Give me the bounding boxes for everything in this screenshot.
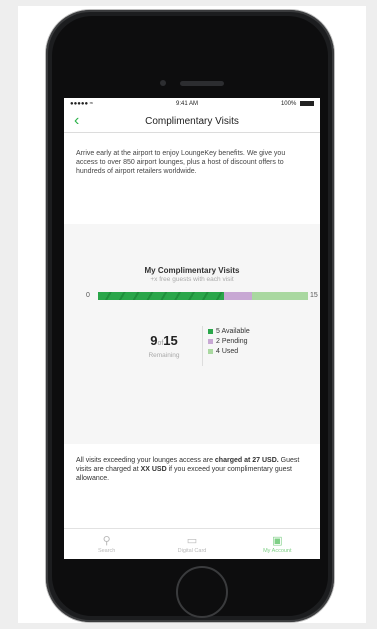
tab-my-account-label: My Account: [263, 548, 292, 554]
camera-icon: [160, 80, 166, 86]
charges-text-1: All visits exceeding your lounges access…: [76, 457, 215, 464]
charges-notice: All visits exceeding your lounges access…: [76, 456, 308, 483]
search-icon: ⚲: [102, 535, 111, 547]
tab-search[interactable]: ⚲ Search: [64, 529, 149, 559]
intro-text: Arrive early at the airport to enjoy Lou…: [76, 150, 286, 175]
page-title: Complimentary Visits: [145, 115, 239, 127]
battery-icon: [299, 100, 314, 106]
legend-divider: [202, 326, 203, 366]
visits-heading: My Complimentary Visits: [144, 266, 240, 275]
guest-charge-amount: XX USD: [140, 466, 167, 473]
speaker-grille: [180, 81, 224, 86]
progress-available-segment: [98, 292, 224, 300]
status-bar: ●●●●● ≈ 9:41 AM 100%: [64, 98, 320, 110]
back-chevron-icon[interactable]: ‹: [74, 113, 79, 129]
home-button[interactable]: [176, 566, 228, 618]
legend-pending: 2 Pending: [208, 338, 250, 345]
visits-legend: 5 Available 2 Pending 4 Used: [208, 328, 250, 358]
progress-used-segment: [252, 292, 308, 300]
legend-pending-label: 2 Pending: [216, 338, 248, 345]
tab-digital-card[interactable]: ▭ Digital Card: [149, 529, 234, 559]
tab-digital-card-label: Digital Card: [177, 548, 207, 554]
battery-indicator: 100%: [280, 100, 314, 108]
visits-progress-bar: [98, 292, 308, 300]
complimentary-visits-panel: My Complimentary Visits +x free guests w…: [64, 224, 320, 444]
legend-available: 5 Available: [208, 328, 250, 335]
legend-swatch-pending: [208, 339, 213, 344]
tab-bar: ⚲ Search ▭ Digital Card ▣ My Account: [64, 528, 320, 559]
phone-screen: ●●●●● ≈ 9:41 AM 100% ‹ Complimentary Vis…: [64, 98, 320, 559]
status-time: 9:41 AM: [176, 101, 199, 107]
legend-used: 4 Used: [208, 348, 250, 355]
remaining-label: Remaining: [148, 352, 180, 359]
remaining-total: 15: [163, 333, 178, 348]
visits-subheading: +x free guests with each visit: [150, 276, 234, 283]
battery-percent: 100%: [280, 101, 297, 108]
tab-search-label: Search: [97, 548, 116, 554]
navigation-bar: ‹ Complimentary Visits: [64, 110, 320, 133]
carrier-signal: ●●●●● ≈: [70, 101, 94, 107]
tab-my-account[interactable]: ▣ My Account: [235, 529, 320, 559]
legend-swatch-used: [208, 349, 213, 354]
charges-amount: charged at 27 USD.: [214, 457, 279, 464]
legend-available-label: 5 Available: [216, 328, 250, 335]
legend-swatch-available: [208, 329, 213, 334]
legend-used-label: 4 Used: [216, 348, 239, 355]
bar-max-label: 15: [310, 292, 318, 299]
bar-min-label: 0: [86, 292, 90, 299]
remaining-summary: 9of15 Remaining: [136, 332, 192, 359]
progress-pending-segment: [224, 292, 252, 300]
card-icon: ▭: [186, 535, 198, 547]
account-icon: ▣: [272, 535, 283, 547]
